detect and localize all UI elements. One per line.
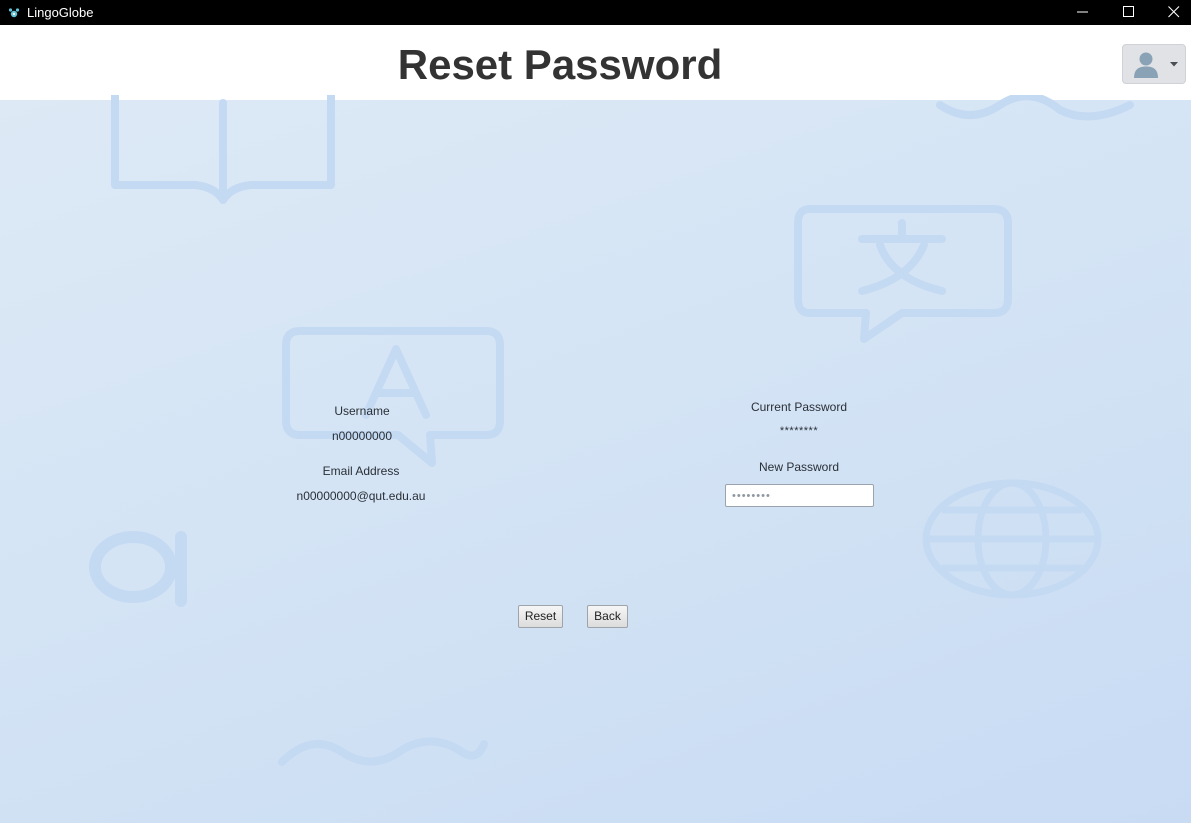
globe-icon: [922, 479, 1102, 599]
user-menu-button[interactable]: [1122, 44, 1186, 84]
lingoglobe-logo-icon: [8, 6, 20, 18]
minimize-icon: [1077, 11, 1088, 13]
letter-bubble-icon: [282, 327, 504, 467]
back-button[interactable]: Back: [587, 605, 628, 628]
page-header: Reset Password: [0, 28, 1191, 100]
email-label: Email Address: [322, 464, 400, 478]
close-icon: [1168, 6, 1180, 18]
main-panel: Username n00000000 Email Address n000000…: [0, 95, 1191, 823]
reset-button[interactable]: Reset: [518, 605, 563, 628]
translate-bubble-icon: [794, 205, 1012, 343]
maximize-button[interactable]: [1106, 0, 1152, 25]
username-label: Username: [334, 404, 390, 418]
new-password-label: New Password: [758, 460, 840, 474]
window-titlebar[interactable]: LingoGlobe: [0, 0, 1191, 25]
email-value: n00000000@qut.edu.au: [296, 489, 426, 503]
maximize-icon: [1123, 6, 1134, 17]
close-button[interactable]: [1151, 0, 1191, 25]
username-value: n00000000: [331, 429, 393, 443]
current-password-label: Current Password: [750, 400, 848, 414]
wave-top-icon: [936, 95, 1134, 121]
letter-a-icon: [89, 531, 187, 607]
minimize-button[interactable]: [1060, 0, 1106, 25]
page-title: Reset Password: [397, 41, 723, 88]
wave-bottom-icon: [278, 737, 488, 766]
window-title: LingoGlobe: [27, 5, 94, 20]
book-icon: [111, 95, 335, 204]
new-password-field[interactable]: [725, 484, 874, 507]
chevron-down-icon: [1170, 62, 1178, 67]
app-window: LingoGlobe Reset Password Username n0000…: [0, 0, 1191, 823]
current-password-value: ********: [779, 425, 819, 437]
user-avatar-icon: [1134, 52, 1158, 78]
